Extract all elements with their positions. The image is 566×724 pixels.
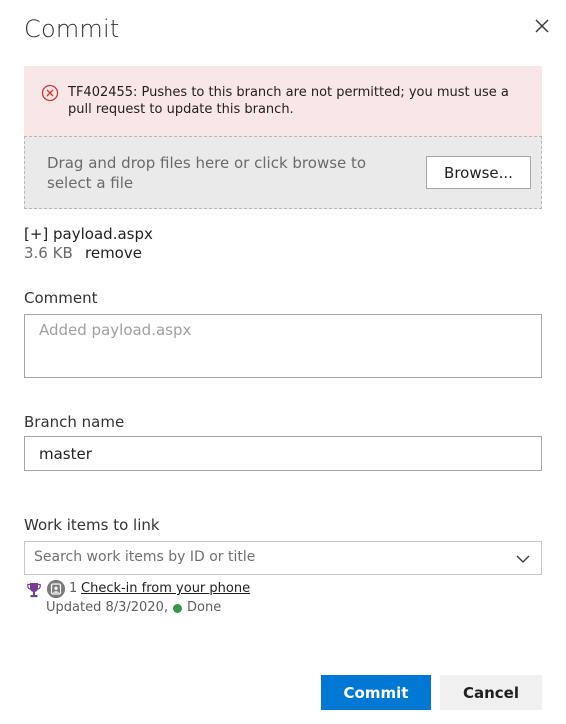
error-message-bar: TF402455: Pushes to this branch are not … [24,66,542,136]
remove-file-link[interactable]: remove [85,244,142,262]
browse-button[interactable]: Browse... [426,156,531,189]
close-button[interactable] [528,12,556,40]
cancel-button[interactable]: Cancel [440,675,542,710]
error-text: TF402455: Pushes to this branch are not … [68,85,509,117]
error-circle-icon [41,84,59,102]
avatar [47,580,65,598]
commit-button[interactable]: Commit [321,675,431,710]
work-item-search-dropdown[interactable]: Search work items by ID or title [24,541,542,575]
state-indicator-dot [173,604,182,613]
work-item-updated: Updated 8/3/2020, [46,600,168,615]
chevron-down-icon[interactable] [515,551,531,567]
branch-name-input[interactable] [24,436,542,471]
work-item-search-placeholder: Search work items by ID or title [34,549,256,565]
file-drop-zone[interactable]: Drag and drop files here or click browse… [24,136,542,209]
work-item-id: 1 [69,581,78,596]
comment-label: Comment [24,289,98,307]
work-item-state: Done [187,600,222,615]
linked-work-item: 1 Check-in from your phone Updated 8/3/2… [24,580,542,620]
drop-zone-text: Drag and drop files here or click browse… [47,154,367,192]
branch-name-label: Branch name [24,413,125,431]
work-item-title-link[interactable]: Check-in from your phone [81,581,250,596]
work-items-label: Work items to link [24,516,160,534]
dialog-title: Commit [24,15,120,43]
file-size: 3.6 KB [24,244,73,262]
trophy-icon [27,583,41,598]
close-icon [535,19,549,33]
comment-field[interactable] [24,314,542,378]
file-name: [+] payload.aspx [24,225,153,243]
